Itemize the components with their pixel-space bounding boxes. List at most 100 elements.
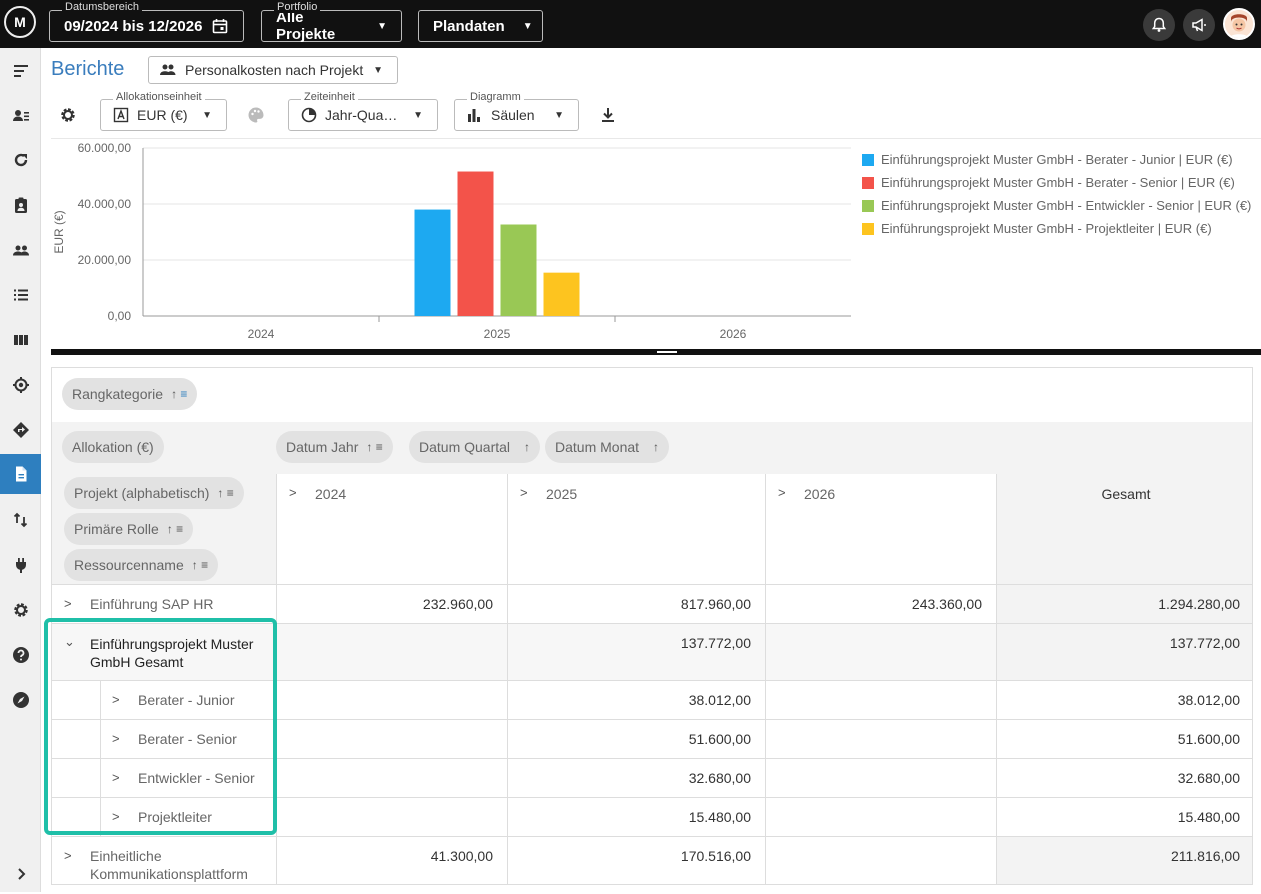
sidebar-item-settings[interactable] [0, 590, 41, 630]
sidebar-item-list[interactable] [0, 275, 41, 315]
clock-icon [301, 107, 317, 123]
chevron-right-icon[interactable]: > [64, 848, 72, 863]
time-unit-select[interactable]: Zeiteinheit Jahr-Qua… ▼ [288, 91, 438, 131]
legend-swatch [862, 176, 874, 189]
download-button[interactable] [599, 106, 617, 124]
table-cell [765, 759, 996, 797]
report-selector[interactable]: Personalkosten nach Projekt ▼ [148, 56, 398, 84]
sidebar-item-reports[interactable] [0, 454, 41, 494]
row-chip-ressourcenname[interactable]: Ressourcenname ↑ ≡ [64, 549, 219, 581]
table-cell: 51.600,00 [507, 720, 765, 758]
chart-settings-button[interactable] [59, 106, 77, 124]
column-chip-datum-quartal[interactable]: Datum Quartal ↑ [409, 431, 541, 463]
row-chip-primaere-rolle[interactable]: Primäre Rolle ↑ ≡ [64, 513, 194, 545]
legend-swatch [862, 222, 874, 235]
chevron-down-icon: ▼ [377, 20, 387, 32]
palette-button[interactable] [247, 106, 265, 124]
column-header-label: 2026 [804, 486, 836, 502]
legend-item[interactable]: Einführungsprojekt Muster GmbH - Berater… [862, 171, 1251, 194]
time-unit-label: Zeiteinheit [301, 91, 358, 103]
sidebar-item-people[interactable] [0, 230, 41, 270]
sidebar-expand-button[interactable] [0, 854, 41, 894]
table-cell: 15.480,00 [507, 798, 765, 836]
bar [543, 272, 580, 316]
sort-filter-icon[interactable]: ↑ ≡ [167, 522, 183, 536]
download-icon [602, 108, 614, 122]
notifications-button[interactable] [1143, 9, 1175, 41]
column-header-2024[interactable]: > 2024 [276, 474, 507, 584]
legend-item[interactable]: Einführungsprojekt Muster GmbH - Berater… [862, 148, 1251, 171]
table-cell [276, 624, 507, 680]
announcements-button[interactable] [1183, 9, 1215, 41]
sort-filter-icon[interactable]: ↑ ≡ [366, 440, 382, 454]
sidebar-item-board[interactable] [0, 320, 41, 360]
diagram-type-select[interactable]: Diagramm Säulen ▼ [454, 91, 579, 131]
table-cell [765, 837, 996, 884]
chevron-right-icon[interactable]: > [520, 485, 528, 500]
chip-label: Primäre Rolle [74, 521, 159, 537]
chip-label: Datum Quartal [419, 439, 511, 455]
date-range-selector[interactable]: Datumsbereich 09/2024 bis 12/2026 [49, 1, 244, 42]
legend-label: Einführungsprojekt Muster GmbH - Projekt… [881, 221, 1212, 236]
chevron-right-icon[interactable]: > [778, 485, 786, 500]
column-chip-datum-jahr[interactable]: Datum Jahr ↑ ≡ [276, 431, 393, 463]
megaphone-icon [1192, 18, 1206, 32]
column-header-2026[interactable]: > 2026 [765, 474, 996, 584]
x-tick-label: 2026 [720, 327, 747, 341]
column-header-label: 2025 [546, 486, 578, 502]
table-cell: 170.516,00 [507, 837, 765, 884]
columns-icon [13, 335, 28, 345]
resize-splitter[interactable] [51, 349, 1261, 355]
sort-filter-icon[interactable]: ↑ ≡ [171, 387, 187, 401]
value-chip-allocation[interactable]: Allokation (€) [62, 431, 164, 463]
report-selector-value: Personalkosten nach Projekt [185, 62, 364, 78]
sidebar-item-integrations[interactable] [0, 545, 41, 585]
table-cell: 41.300,00 [276, 837, 507, 884]
table-cell: 38.012,00 [507, 681, 765, 719]
chevron-right-icon[interactable]: > [289, 485, 297, 500]
sidebar-item-menu[interactable] [0, 51, 41, 91]
menu-icon [13, 65, 28, 77]
column-header-2025[interactable]: > 2025 [507, 474, 765, 584]
plan-data-selector[interactable]: Plandaten ▼ [418, 10, 543, 42]
column-chip-datum-monat[interactable]: Datum Monat ↑ [545, 431, 670, 463]
user-avatar[interactable] [1223, 8, 1255, 40]
legend-item[interactable]: Einführungsprojekt Muster GmbH - Projekt… [862, 217, 1251, 240]
table-cell: 232.960,00 [276, 585, 507, 623]
row-label: Einheitliche Kommunikationsplattform [90, 848, 248, 882]
sidebar-item-resources[interactable] [0, 96, 41, 136]
allocation-unit-value: EUR (€) [137, 107, 188, 123]
sidebar-item-assignments[interactable] [0, 185, 41, 225]
row-chip-projekt[interactable]: Projekt (alphabetisch) ↑ ≡ [64, 477, 244, 509]
palette-icon [248, 107, 264, 123]
splitter-grip[interactable] [657, 351, 677, 353]
sort-filter-icon[interactable]: ↑ ≡ [217, 486, 233, 500]
date-range-value: 09/2024 bis 12/2026 [64, 17, 203, 35]
sidebar-item-import-export[interactable] [0, 500, 41, 540]
sort-filter-icon[interactable]: ↑ ≡ [192, 558, 208, 572]
chevron-down-icon: ▼ [522, 20, 533, 32]
diagram-type-label: Diagramm [467, 91, 524, 103]
font-a-icon [113, 107, 129, 123]
people-icon [12, 245, 29, 256]
portfolio-selector[interactable]: Portfolio Alle Projekte ▼ [261, 1, 402, 43]
table-cell-total: 32.680,00 [996, 759, 1252, 797]
table-cell [765, 720, 996, 758]
sort-icon[interactable]: ↑ [653, 440, 659, 454]
sidebar-item-directions[interactable] [0, 410, 41, 450]
filter-chip-rangkategorie[interactable]: Rangkategorie ↑ ≡ [62, 378, 198, 410]
sidebar-item-target[interactable] [0, 365, 41, 405]
allocation-unit-select[interactable]: Allokationseinheit EUR (€) ▼ [100, 91, 227, 131]
app-logo[interactable]: M [4, 6, 36, 38]
sidebar-item-help[interactable] [0, 635, 41, 675]
sort-icon[interactable]: ↑ [524, 440, 530, 454]
table-cell [276, 798, 507, 836]
y-tick-label: 0,00 [108, 309, 132, 323]
chevron-right-icon[interactable]: > [64, 596, 72, 611]
sidebar-item-explore[interactable] [0, 680, 41, 720]
allocation-unit-label: Allokationseinheit [113, 91, 205, 103]
legend-item[interactable]: Einführungsprojekt Muster GmbH - Entwick… [862, 194, 1251, 217]
sidebar-item-refresh[interactable] [0, 140, 41, 180]
sidebar [0, 48, 41, 892]
table-cell: 137.772,00 [507, 624, 765, 680]
